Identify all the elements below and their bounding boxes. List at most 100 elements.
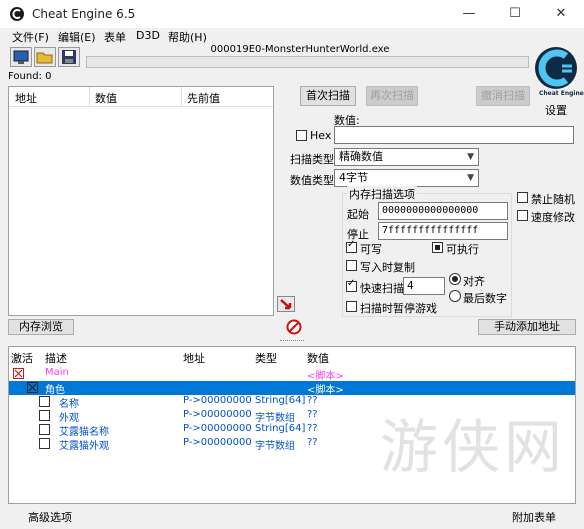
col-value[interactable]: 数值 — [307, 350, 329, 366]
next-scan-button[interactable]: 再次扫描 — [366, 86, 418, 106]
table-row[interactable]: 角色 <脚本> — [9, 381, 575, 396]
watermark: 游侠网 — [380, 413, 567, 481]
chevron-down-icon: ▼ — [467, 173, 474, 183]
cheat-engine-app-icon — [10, 7, 24, 21]
x-mark-icon — [28, 383, 37, 392]
computer-icon — [13, 50, 29, 64]
title-bar: Cheat Engine 6.5 — ☐ ✕ — [0, 0, 584, 28]
fast-scan-checkbox[interactable] — [346, 278, 357, 292]
fast-scan-input[interactable]: 4 — [403, 277, 445, 295]
table-extras-link[interactable]: 附加表单 — [512, 509, 556, 525]
hex-checkbox[interactable] — [296, 130, 307, 141]
minimize-button[interactable]: — — [446, 0, 492, 28]
open-file-button[interactable] — [34, 47, 56, 67]
red-arrow-icon — [280, 299, 292, 310]
script-toggle-checkbox[interactable] — [13, 368, 24, 379]
floppy-disk-icon — [62, 50, 76, 64]
splitter[interactable] — [0, 338, 584, 344]
undo-scan-button[interactable]: 撤消扫描 — [476, 86, 530, 106]
column-divider — [89, 87, 90, 107]
last-digits-radio[interactable] — [449, 290, 461, 302]
row-address: P->00000000 — [183, 423, 252, 434]
settings-logo-button[interactable]: Cheat Engine — [532, 44, 584, 100]
row-value: ?? — [307, 395, 318, 406]
save-button[interactable] — [58, 47, 80, 67]
scan-type-label: 扫描类型 — [290, 153, 334, 166]
open-process-button[interactable] — [10, 47, 32, 67]
row-value: ?? — [307, 437, 318, 448]
cheat-engine-window: Cheat Engine 6.5 — ☐ ✕ 文件(F) 编辑(E) 表单 D3… — [0, 0, 584, 529]
menu-help[interactable]: 帮助(H) — [168, 29, 207, 45]
advanced-options-link[interactable]: 高级选项 — [28, 509, 72, 525]
row-active-checkbox[interactable] — [39, 396, 50, 407]
start-address-input[interactable]: 0000000000000000 — [378, 202, 508, 220]
scan-type-value: 精确数值 — [339, 150, 383, 163]
maximize-button[interactable]: ☐ — [492, 0, 538, 28]
row-value: <脚本> — [307, 371, 344, 382]
last-digits-label: 最后数字 — [463, 292, 507, 305]
value-type-select[interactable]: 4字节 ▼ — [334, 169, 479, 187]
no-random-label: 禁止随机 — [531, 193, 575, 206]
found-count: Found: 0 — [8, 71, 52, 82]
row-description: 名称 — [59, 399, 79, 410]
row-description: 角色 — [45, 385, 65, 396]
executable-checkbox[interactable] — [432, 242, 443, 253]
row-type: 字节数组 — [255, 441, 295, 452]
row-address: P->00000000 — [183, 409, 252, 420]
menu-table[interactable]: 表单 — [104, 29, 126, 45]
row-address: P->00000000 — [183, 437, 252, 448]
pause-game-checkbox[interactable] — [346, 301, 357, 312]
col-active[interactable]: 激活 — [11, 350, 33, 366]
scan-results-list[interactable]: 地址 数值 先前值 — [8, 86, 274, 316]
add-to-list-button[interactable] — [277, 296, 295, 312]
row-active-checkbox[interactable] — [39, 424, 50, 435]
align-radio[interactable] — [449, 273, 461, 285]
row-value: <脚本> — [307, 385, 344, 396]
executable-label: 可执行 — [446, 243, 479, 256]
writable-checkbox[interactable] — [346, 239, 357, 253]
no-entry-icon — [286, 319, 302, 335]
menu-file[interactable]: 文件(F) — [12, 29, 49, 45]
row-address: P->00000000 — [183, 395, 252, 406]
row-description: 艾露猫外观 — [59, 441, 109, 452]
stop-address-input[interactable]: 7fffffffffffffff — [378, 222, 508, 240]
menu-edit[interactable]: 编辑(E) — [58, 29, 96, 45]
row-type: 字节数组 — [255, 413, 295, 424]
col-description[interactable]: 描述 — [45, 350, 67, 366]
first-scan-button[interactable]: 首次扫描 — [300, 86, 356, 106]
value-input[interactable] — [334, 126, 574, 144]
col-address[interactable]: 地址 — [15, 90, 37, 106]
col-value[interactable]: 数值 — [95, 90, 117, 106]
col-previous[interactable]: 先前值 — [187, 90, 220, 106]
speedhack-label: 速度修改 — [531, 211, 575, 224]
group-toggle-checkbox[interactable] — [27, 382, 38, 393]
col-type[interactable]: 类型 — [255, 350, 277, 366]
copy-on-write-label: 写入时复制 — [360, 261, 415, 274]
copy-on-write-checkbox[interactable] — [346, 260, 357, 271]
footer-bar: 高级选项 附加表单 — [0, 506, 584, 529]
row-active-checkbox[interactable] — [39, 438, 50, 449]
add-address-manually-button[interactable]: 手动添加地址 — [478, 319, 576, 335]
writable-label: 可写 — [360, 243, 382, 256]
clear-list-button[interactable] — [286, 319, 302, 335]
splitter-grip — [280, 340, 304, 342]
no-random-checkbox[interactable] — [517, 192, 528, 203]
hex-label: Hex — [310, 129, 332, 142]
col-address[interactable]: 地址 — [183, 350, 205, 366]
speedhack-checkbox[interactable] — [517, 210, 528, 221]
logo-caption: Cheat Engine — [539, 90, 584, 97]
align-label: 对齐 — [463, 275, 485, 288]
settings-label[interactable]: 设置 — [545, 102, 567, 118]
table-row[interactable]: Main <脚本> — [9, 367, 575, 382]
row-active-checkbox[interactable] — [39, 410, 50, 421]
results-header: 地址 数值 先前值 — [9, 87, 273, 107]
column-divider — [181, 87, 182, 107]
window-title: Cheat Engine 6.5 — [32, 7, 136, 21]
menu-d3d[interactable]: D3D — [136, 29, 160, 42]
memory-view-button[interactable]: 内存浏览 — [8, 319, 74, 335]
value-type-value: 4字节 — [339, 171, 368, 184]
scan-type-select[interactable]: 精确数值 ▼ — [334, 148, 479, 166]
value-type-label: 数值类型 — [290, 174, 334, 187]
row-type: String[64] — [255, 423, 306, 434]
close-button[interactable]: ✕ — [538, 0, 584, 28]
